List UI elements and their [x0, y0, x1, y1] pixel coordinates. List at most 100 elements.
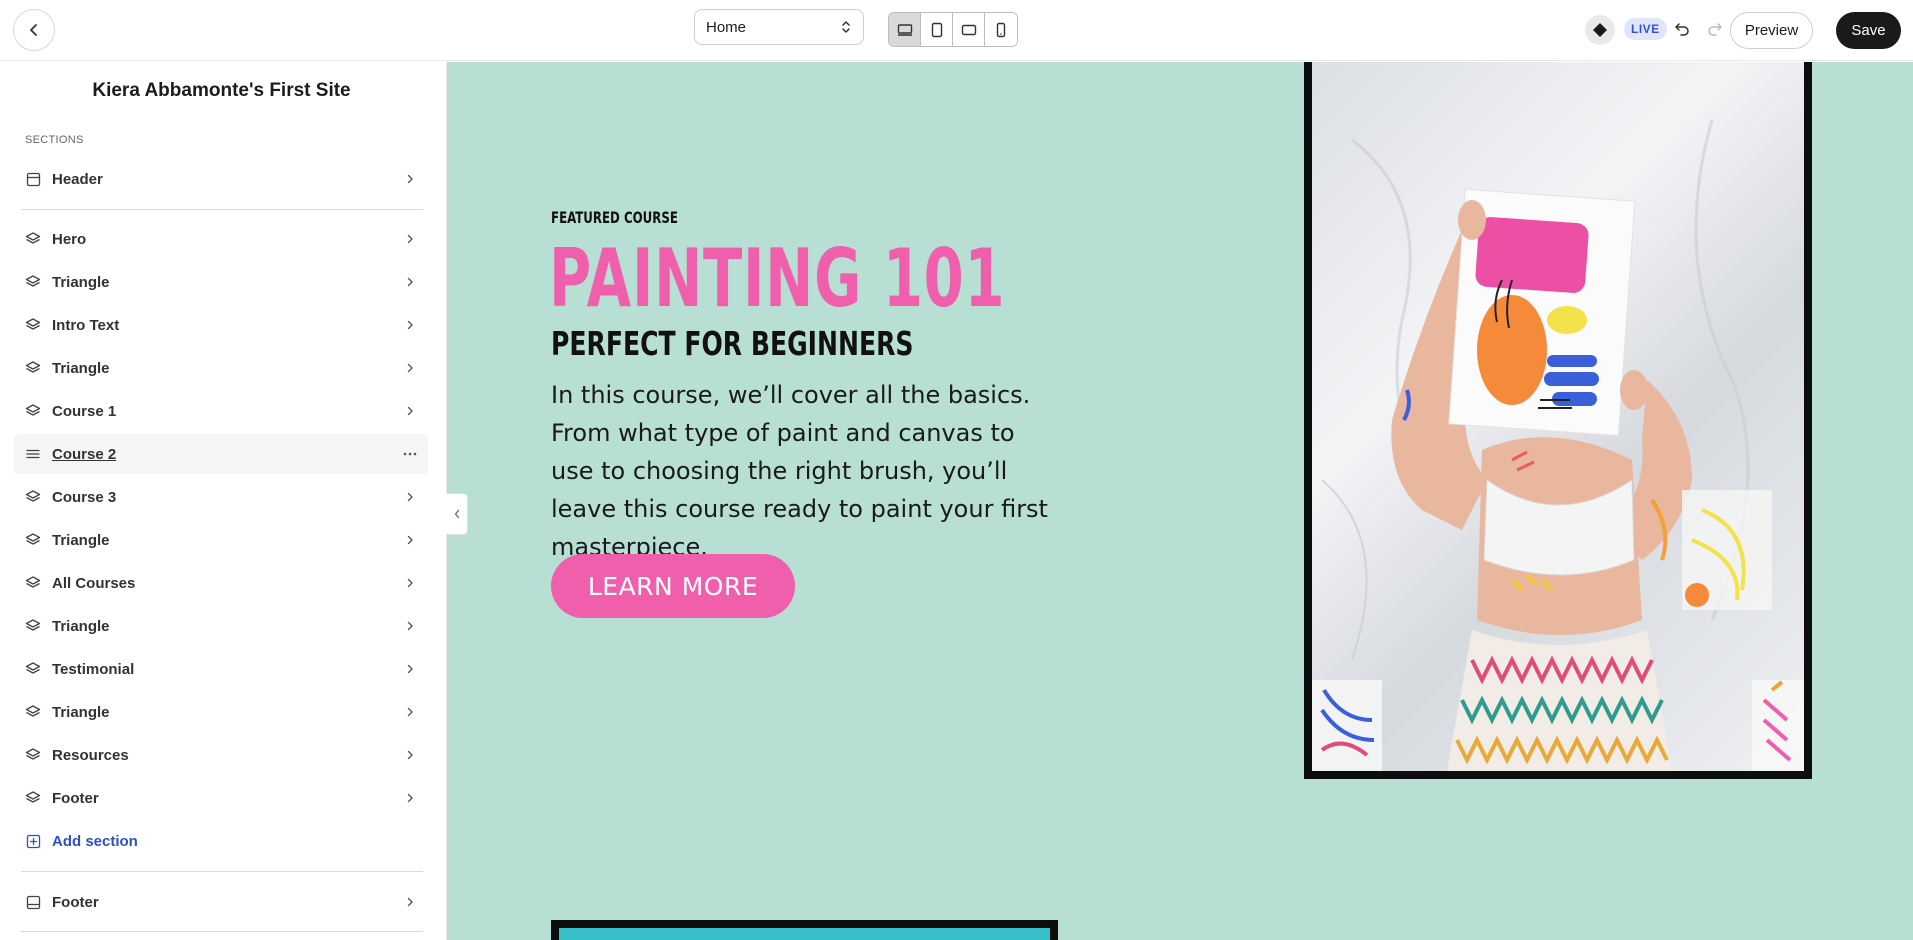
section-item-resources[interactable]: Resources	[14, 735, 428, 775]
divider	[21, 209, 423, 210]
top-toolbar: Home LIVE Preview Save	[0, 0, 1913, 61]
device-tablet-landscape-button[interactable]	[953, 13, 985, 46]
page-select[interactable]: Home	[694, 9, 864, 45]
drag-handle-icon[interactable]	[24, 445, 42, 463]
chevron-right-icon	[402, 317, 418, 333]
chevron-left-icon	[30, 24, 37, 36]
section-item-label: Triangle	[52, 703, 110, 721]
layers-icon	[24, 789, 42, 807]
section-item-triangle[interactable]: Triangle	[14, 520, 428, 560]
layers-icon	[24, 359, 42, 377]
chevron-right-icon	[402, 171, 418, 187]
section-item-label: All Courses	[52, 574, 136, 592]
course-image	[1312, 62, 1804, 771]
section-item-label: Course 1	[52, 402, 117, 420]
section-item-label: Triangle	[52, 359, 110, 377]
preview-button[interactable]: Preview	[1730, 12, 1813, 49]
chevron-right-icon	[402, 618, 418, 634]
section-item-triangle[interactable]: Triangle	[14, 692, 428, 732]
chevron-right-icon	[402, 790, 418, 806]
course-image-frame[interactable]	[1304, 62, 1812, 779]
section-item-label: Triangle	[52, 273, 110, 291]
device-toggle-group	[888, 12, 1018, 47]
chevron-right-icon	[402, 747, 418, 763]
layers-icon	[24, 230, 42, 248]
section-item-header[interactable]: Header	[14, 159, 428, 199]
chevron-right-icon	[402, 661, 418, 677]
device-tablet-portrait-button[interactable]	[921, 13, 953, 46]
divider	[21, 931, 423, 932]
sections-heading: SECTIONS	[25, 134, 84, 146]
back-button[interactable]	[13, 9, 55, 51]
course-subtitle[interactable]: PERFECT FOR BEGINNERS	[551, 324, 913, 363]
section-item-label: Course 3	[52, 488, 117, 506]
section-item-label: Triangle	[52, 531, 110, 549]
section-item-all-courses[interactable]: All Courses	[14, 563, 428, 603]
mobile-icon	[996, 22, 1006, 37]
chevron-right-icon	[402, 532, 418, 548]
diamond-icon	[1593, 23, 1607, 37]
section-item-triangle[interactable]: Triangle	[14, 262, 428, 302]
add-section-label: Add section	[52, 832, 138, 850]
section-item-site-footer[interactable]: Footer	[14, 882, 428, 922]
more-options-icon[interactable]	[402, 446, 418, 462]
section-item-label: Footer	[52, 893, 99, 911]
device-desktop-button[interactable]	[889, 13, 921, 46]
section-item-label: Course 2	[52, 445, 117, 463]
chevron-right-icon	[402, 894, 418, 910]
divider	[21, 871, 423, 872]
section-item-course-1[interactable]: Course 1	[14, 391, 428, 431]
page-select-value: Home	[706, 18, 747, 36]
site-styles-button[interactable]	[1585, 15, 1615, 45]
layers-icon	[24, 703, 42, 721]
section-item-label: Hero	[52, 230, 87, 248]
tablet-landscape-icon	[961, 24, 976, 35]
chevron-right-icon	[402, 360, 418, 376]
featured-course-eyebrow[interactable]: FEATURED COURSE	[551, 208, 678, 227]
collapse-sidebar-button[interactable]	[446, 493, 468, 535]
layers-icon	[24, 660, 42, 678]
section-item-testimonial[interactable]: Testimonial	[14, 649, 428, 689]
section-item-label: Triangle	[52, 617, 110, 635]
layers-icon	[24, 316, 42, 334]
next-course-image-frame[interactable]	[551, 920, 1058, 940]
add-section-button[interactable]: Add section	[14, 821, 428, 861]
footer-block-icon	[24, 893, 42, 911]
section-item-label: Testimonial	[52, 660, 135, 678]
plus-square-icon	[24, 832, 42, 850]
section-item-triangle[interactable]: Triangle	[14, 606, 428, 646]
section-item-footer[interactable]: Footer	[14, 778, 428, 818]
site-title: Kiera Abbamonte's First Site	[92, 80, 351, 101]
desktop-icon	[897, 23, 912, 36]
section-item-intro-text[interactable]: Intro Text	[14, 305, 428, 345]
section-item-triangle[interactable]: Triangle	[14, 348, 428, 388]
undo-icon	[1675, 23, 1689, 36]
chevron-right-icon	[402, 704, 418, 720]
header-block-icon	[24, 170, 42, 188]
chevron-right-icon	[402, 575, 418, 591]
editor-canvas[interactable]: FEATURED COURSE PAINTING 101 PERFECT FOR…	[447, 62, 1913, 940]
chevron-updown-icon	[842, 21, 850, 33]
section-item-hero[interactable]: Hero	[14, 219, 428, 259]
learn-more-button[interactable]: LEARN MORE	[551, 554, 795, 618]
layers-icon	[24, 574, 42, 592]
painter-holding-artwork-illustration	[1312, 119, 1804, 771]
section-item-course-2[interactable]: Course 2	[14, 434, 428, 474]
section-item-label: Resources	[52, 746, 129, 764]
live-status-badge: LIVE	[1624, 18, 1667, 40]
course-title[interactable]: PAINTING 101	[549, 232, 1005, 325]
next-course-image	[559, 928, 1050, 940]
device-mobile-button[interactable]	[985, 13, 1017, 46]
section-item-course-3[interactable]: Course 3	[14, 477, 428, 517]
layers-icon	[24, 402, 42, 420]
course-description[interactable]: In this course, we’ll cover all the basi…	[551, 376, 1061, 566]
layers-icon	[24, 617, 42, 635]
redo-icon	[1708, 23, 1722, 36]
chevron-right-icon	[402, 403, 418, 419]
layers-icon	[24, 746, 42, 764]
chevron-right-icon	[402, 231, 418, 247]
layers-icon	[24, 273, 42, 291]
undo-button[interactable]	[1672, 19, 1692, 39]
redo-button[interactable]	[1705, 19, 1725, 39]
save-button[interactable]: Save	[1836, 12, 1901, 49]
